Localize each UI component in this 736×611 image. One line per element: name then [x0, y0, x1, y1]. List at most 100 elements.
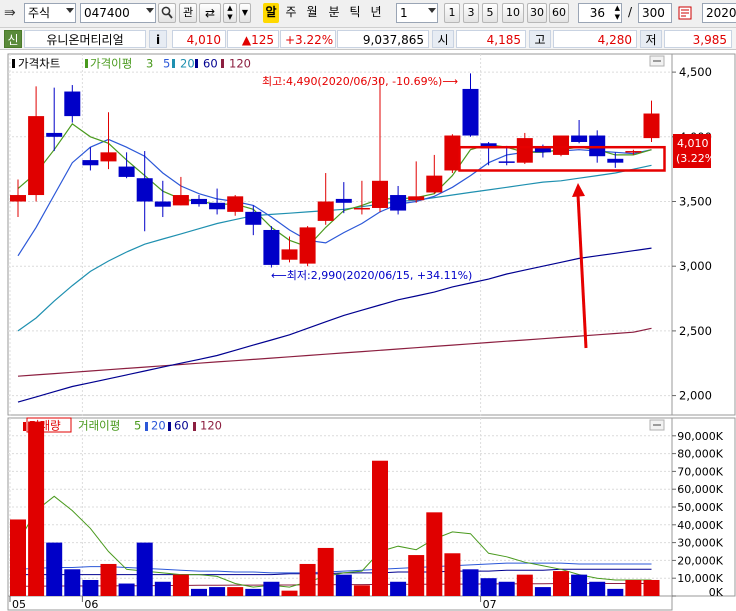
volume-bar	[64, 569, 81, 596]
chevron-down-icon	[66, 8, 74, 13]
candle-body-up	[353, 207, 370, 210]
interval-30-button[interactable]: 30	[527, 3, 547, 23]
candle-body-down	[263, 229, 280, 265]
chart-settings-icon[interactable]	[676, 3, 694, 23]
date-tick-label: 06	[84, 598, 98, 611]
legend-marker	[193, 422, 196, 431]
tab-month[interactable]: 월	[304, 3, 320, 23]
high-price: 4,280	[553, 30, 637, 48]
open-price: 4,185	[456, 30, 526, 48]
interval-3-button[interactable]: 3	[463, 3, 479, 23]
legend-marker	[168, 422, 171, 431]
interval-5-button[interactable]: 5	[482, 3, 498, 23]
stock-info-button[interactable]: i	[149, 30, 167, 48]
market-select[interactable]: 주식	[24, 3, 76, 23]
volume-tick-label: 50,000K	[677, 501, 723, 514]
volume-bar	[444, 553, 461, 596]
trade-volume: 9,037,865	[337, 30, 429, 48]
price-tick-label: 3,000	[679, 259, 712, 273]
volume-bar	[553, 571, 569, 596]
view-count-value: 36	[589, 6, 605, 20]
tab-year[interactable]: 년	[368, 3, 384, 23]
volume-bar	[100, 563, 117, 596]
toolbar: ⇛ 주식 047400 관 ⇄ ▲ ▼ ▼ 알 주 월 분 틱 년 1 1 3 5…	[0, 0, 736, 28]
candle-body-up	[625, 151, 642, 153]
date-tick-label: 07	[483, 598, 497, 611]
current-price: 4,010	[172, 30, 226, 48]
quote-info-bar: 신 유니온머티리얼 i 4,010 ▲125 +3.22% 9,037,865 …	[0, 28, 736, 50]
tab-minute[interactable]: 분	[326, 3, 342, 23]
market-select-value: 주식	[28, 6, 51, 20]
legend-ma120: 120	[229, 57, 251, 71]
candle	[444, 134, 461, 174]
menu-arrow-icon[interactable]: ⇛	[4, 3, 22, 23]
interval-select[interactable]: 1	[396, 3, 438, 23]
volume-bar	[643, 579, 660, 596]
legend-marker	[85, 59, 88, 68]
legend-ma5: 5	[163, 57, 170, 71]
legend-vma120: 120	[200, 419, 222, 433]
volume-bar	[10, 519, 26, 596]
view-count-slash: /	[627, 5, 633, 19]
stock-chart[interactable]: 가격차트 가격이평 3 5 20 60 120 거래량 거래이평 5 20 60…	[0, 50, 736, 611]
interval-1-button[interactable]: 1	[444, 3, 460, 23]
stepper-icon[interactable]: ▲ ▼	[223, 3, 237, 23]
volume-tick-label: 90,000K	[677, 430, 723, 443]
volume-bar	[335, 574, 352, 596]
price-tick-label: 2,500	[679, 324, 712, 338]
price-change-percent: +3.22%	[280, 30, 336, 48]
search-button[interactable]	[158, 3, 176, 23]
candle-body-down	[390, 195, 407, 211]
price-tick-label: 2,000	[679, 389, 712, 403]
candle-body-up	[10, 195, 26, 202]
volume-tick-label: 60,000K	[677, 483, 723, 496]
date-tick-label: 05	[12, 598, 26, 611]
candle-body-up	[299, 227, 316, 264]
price-tick-label: 4,500	[679, 65, 712, 79]
candle-body-down	[82, 160, 99, 166]
alert-button[interactable]: 알	[263, 3, 279, 23]
candle-body-up	[372, 180, 388, 208]
volume-bar	[46, 542, 63, 596]
volume-bar	[607, 588, 624, 596]
candle-body-down	[136, 178, 153, 202]
volume-bar	[245, 588, 262, 596]
candle-body-up	[426, 175, 443, 193]
volume-bar	[516, 574, 533, 596]
stepper-icon[interactable]: ▲ ▼	[615, 4, 620, 22]
spin-icon[interactable]: ⇄	[199, 3, 221, 23]
volume-bar	[263, 581, 280, 596]
volume-bar	[534, 587, 551, 596]
candle-body-down	[571, 135, 588, 142]
volume-tick-label: 70,000K	[677, 465, 723, 478]
legend-ma20: 20	[180, 57, 195, 71]
volume-tick-label: 20,000K	[677, 554, 723, 567]
price-change: ▲125	[227, 30, 279, 48]
open-label: 시	[432, 30, 454, 48]
candle-body-down	[245, 211, 262, 225]
more-dropdown[interactable]: ▼	[239, 3, 251, 23]
legend-vma5: 5	[134, 419, 141, 433]
tab-week[interactable]: 주	[283, 3, 299, 23]
interval-60-button[interactable]: 60	[549, 3, 569, 23]
candle-body-down	[607, 158, 624, 163]
candle	[553, 135, 569, 157]
candle-body-down	[191, 198, 207, 205]
legend-ma3: 3	[146, 57, 153, 71]
view-count-input[interactable]: 36 ▲ ▼	[578, 3, 622, 23]
volume-bar	[136, 542, 153, 596]
low-price: 3,985	[664, 30, 732, 48]
candle-body-down	[462, 88, 479, 136]
candle-body-down	[589, 135, 606, 157]
interval-10-button[interactable]: 10	[502, 3, 524, 23]
volume-bar	[625, 579, 642, 596]
total-count-input[interactable]: 300	[638, 3, 672, 23]
watchlist-button[interactable]: 관	[179, 3, 197, 23]
stock-code-input[interactable]: 047400	[80, 3, 156, 23]
candle-body-down	[154, 201, 171, 207]
date-input[interactable]: 2020/	[702, 3, 736, 23]
volume-tick-label: 0K	[709, 586, 724, 599]
price-legend: 가격차트 가격이평 3 5 20 60 120	[12, 57, 251, 71]
tab-tick[interactable]: 틱	[347, 3, 363, 23]
low-label: 저	[640, 30, 662, 48]
